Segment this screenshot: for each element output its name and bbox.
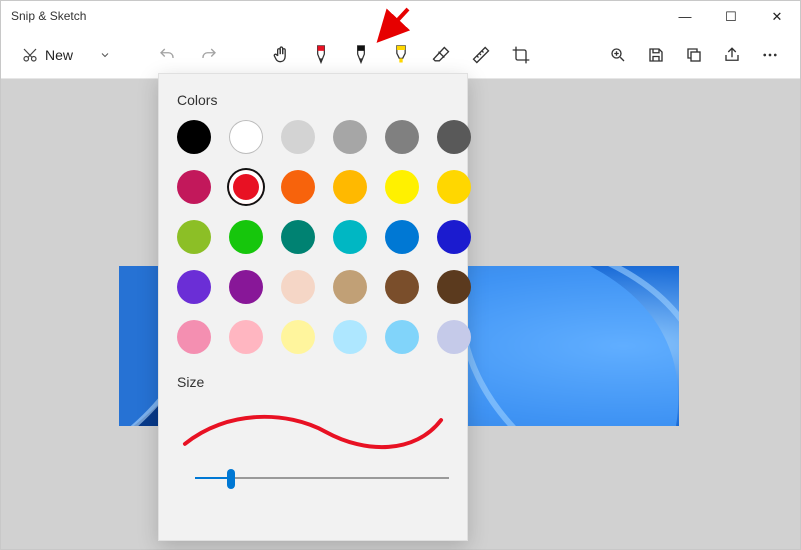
color-swatch[interactable] [177, 120, 211, 154]
color-swatch[interactable] [281, 270, 315, 304]
color-swatch[interactable] [333, 170, 367, 204]
color-swatch[interactable] [385, 270, 419, 304]
slider-fill [195, 477, 231, 479]
crop-tool[interactable] [502, 36, 540, 74]
color-swatch[interactable] [229, 120, 263, 154]
color-swatch[interactable] [229, 270, 263, 304]
color-swatch[interactable] [281, 170, 315, 204]
highlighter-tool[interactable] [382, 36, 420, 74]
color-swatch[interactable] [177, 270, 211, 304]
color-swatch[interactable] [437, 220, 471, 254]
color-swatch[interactable] [333, 320, 367, 354]
redo-button[interactable] [191, 37, 227, 73]
close-button[interactable]: ✕ [754, 1, 800, 31]
size-heading: Size [177, 374, 449, 390]
pencil-tool[interactable] [342, 36, 380, 74]
color-swatch[interactable] [177, 170, 211, 204]
color-swatch[interactable] [177, 320, 211, 354]
color-swatch[interactable] [281, 320, 315, 354]
color-swatch[interactable] [385, 170, 419, 204]
color-swatch[interactable] [333, 270, 367, 304]
slider-thumb[interactable] [227, 469, 235, 489]
color-swatch[interactable] [229, 320, 263, 354]
ruler-tool[interactable] [462, 36, 500, 74]
color-swatch[interactable] [229, 220, 263, 254]
title-bar: Snip & Sketch — ☐ ✕ [1, 1, 800, 31]
eraser-tool[interactable] [422, 36, 460, 74]
new-dropdown[interactable] [87, 37, 123, 73]
copy-button[interactable] [676, 37, 712, 73]
snip-icon [21, 46, 39, 64]
color-swatch[interactable] [281, 220, 315, 254]
color-swatch[interactable] [437, 270, 471, 304]
color-swatch[interactable] [437, 120, 471, 154]
app-title: Snip & Sketch [11, 9, 86, 23]
share-button[interactable] [714, 37, 750, 73]
save-button[interactable] [638, 37, 674, 73]
color-swatch[interactable] [385, 120, 419, 154]
more-button[interactable] [752, 37, 788, 73]
color-swatch[interactable] [333, 220, 367, 254]
color-swatch[interactable] [385, 320, 419, 354]
color-grid [177, 120, 449, 354]
more-icon [761, 46, 779, 64]
tools-group [262, 36, 540, 74]
color-swatch[interactable] [437, 320, 471, 354]
ballpoint-pen-tool[interactable] [302, 36, 340, 74]
toolbar-left: New [13, 37, 227, 73]
color-swatch[interactable] [437, 170, 471, 204]
pen-options-popup: Colors Size [158, 73, 468, 541]
ruler-icon [471, 45, 491, 65]
window-controls: — ☐ ✕ [662, 1, 800, 31]
size-slider[interactable] [177, 466, 449, 490]
copy-icon [685, 46, 703, 64]
zoom-icon [609, 46, 627, 64]
color-swatch[interactable] [333, 120, 367, 154]
new-label: New [45, 47, 73, 63]
minimize-button[interactable]: — [662, 1, 708, 31]
touch-writing-tool[interactable] [262, 36, 300, 74]
eraser-icon [431, 45, 451, 65]
chevron-down-icon [99, 49, 111, 61]
redo-icon [200, 46, 218, 64]
color-swatch[interactable] [229, 170, 263, 204]
zoom-button[interactable] [600, 37, 636, 73]
highlighter-icon [391, 44, 411, 66]
share-icon [723, 46, 741, 64]
toolbar-right [600, 37, 788, 73]
new-button[interactable]: New [13, 39, 81, 71]
crop-icon [511, 45, 531, 65]
undo-icon [158, 46, 176, 64]
undo-button[interactable] [149, 37, 185, 73]
color-swatch[interactable] [281, 120, 315, 154]
pen-red-icon [311, 44, 331, 66]
save-icon [647, 46, 665, 64]
colors-heading: Colors [177, 92, 449, 108]
maximize-button[interactable]: ☐ [708, 1, 754, 31]
pen-black-icon [351, 44, 371, 66]
toolbar: New [1, 31, 800, 79]
size-preview [177, 402, 449, 452]
hand-icon [271, 45, 291, 65]
color-swatch[interactable] [177, 220, 211, 254]
color-swatch[interactable] [385, 220, 419, 254]
